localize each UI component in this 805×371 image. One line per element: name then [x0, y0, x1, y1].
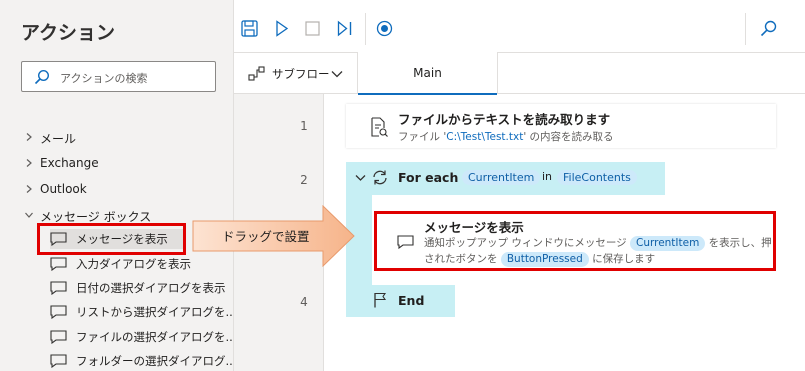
drag-arrow-label: ドラッグで設置: [222, 229, 310, 244]
in-keyword: in: [542, 170, 553, 183]
action-label: 入力ダイアログを表示: [76, 257, 191, 271]
message-icon: [50, 305, 67, 319]
loop-icon: [373, 170, 387, 185]
action-label: リストから選択ダイアログを...: [76, 305, 237, 319]
variable-current-item: CurrentItem: [462, 170, 541, 185]
desc-text: ' の内容を読み取る: [523, 131, 614, 143]
tree-group-exchange[interactable]: Exchange: [40, 156, 99, 170]
tab-active-indicator: [358, 93, 497, 95]
action-display-file-dialog[interactable]: ファイルの選択ダイアログを...: [50, 327, 236, 347]
action-display-date-dialog[interactable]: 日付の選択ダイアログを表示: [50, 278, 226, 298]
action-display-folder-dialog[interactable]: フォルダーの選択ダイアログ...: [50, 351, 236, 371]
message-icon: [50, 330, 67, 344]
subflow-icon: [248, 66, 265, 81]
chevron-right-icon[interactable]: [24, 132, 34, 142]
tree-group-mail[interactable]: メール: [40, 130, 76, 147]
run-icon[interactable]: [275, 20, 289, 37]
variable-file-contents: FileContents: [557, 170, 637, 185]
step-title: ファイルからテキストを読み取ります: [398, 112, 611, 127]
highlight-frame: [37, 223, 186, 255]
message-icon: [50, 257, 67, 271]
step-title: メッセージを表示: [424, 220, 524, 235]
tab-separator: [497, 52, 498, 94]
file-path-value: C:\Test\Test.txt: [446, 131, 524, 143]
flow-step-end[interactable]: End: [346, 285, 455, 317]
step-description-line1: 通知ポップアップ ウィンドウにメッセージ CurrentItem を表示し、押: [424, 235, 772, 251]
desc-text: ファイル ': [398, 131, 447, 143]
file-read-icon: [371, 117, 388, 137]
subflows-dropdown[interactable]: サブフロー: [248, 64, 348, 84]
chevron-down-icon[interactable]: [24, 210, 34, 220]
flow-step-display-message[interactable]: メッセージを表示 通知ポップアップ ウィンドウにメッセージ CurrentIte…: [374, 211, 776, 271]
subflows-label: サブフロー: [272, 67, 330, 81]
search-icon: [34, 69, 50, 85]
action-label: 日付の選択ダイアログを表示: [76, 281, 226, 295]
tab-main-label: Main: [413, 66, 442, 80]
desc-text: されたボタンを: [424, 253, 498, 265]
flag-icon: [374, 292, 387, 308]
message-icon: [50, 354, 67, 368]
search-placeholder: アクションの検索: [60, 72, 148, 85]
line-number: 2: [300, 173, 308, 187]
message-icon: [397, 235, 414, 249]
line-number: 1: [300, 119, 308, 133]
chevron-down-icon: [331, 71, 343, 78]
action-label: フォルダーの選択ダイアログ...: [76, 354, 237, 368]
stop-icon[interactable]: [305, 21, 320, 36]
flow-step-read-text-file[interactable]: ファイルからテキストを読み取ります ファイル 'C:\Test\Test.txt…: [346, 104, 776, 148]
variable-current-item: CurrentItem: [629, 236, 706, 251]
record-icon[interactable]: [376, 20, 393, 37]
save-icon[interactable]: [241, 20, 258, 37]
action-display-list-dialog[interactable]: リストから選択ダイアログを...: [50, 302, 236, 322]
toolbar-separator: [365, 13, 366, 45]
toolbar-separator: [745, 13, 746, 45]
for-each-keyword: For each: [398, 170, 459, 185]
run-next-action-icon[interactable]: [337, 20, 353, 37]
flow-step-for-each[interactable]: For each CurrentItem in FileContents: [346, 162, 665, 195]
tab-main[interactable]: Main: [358, 52, 497, 95]
variable-button-pressed: ButtonPressed: [500, 252, 589, 267]
action-label: ファイルの選択ダイアログを...: [76, 330, 237, 344]
message-icon: [50, 281, 67, 295]
chevron-down-icon[interactable]: [355, 174, 366, 182]
chevron-right-icon[interactable]: [24, 184, 34, 194]
desc-text: 通知ポップアップ ウィンドウにメッセージ: [424, 237, 627, 249]
action-search-input[interactable]: アクションの検索: [21, 61, 216, 92]
actions-pane: アクション アクションの検索 メール Exchange Outlook メッセー…: [0, 0, 236, 371]
end-label: End: [398, 293, 425, 308]
step-description: ファイル 'C:\Test\Test.txt' の内容を読み取る: [398, 129, 614, 144]
desc-text: に保存します: [592, 253, 656, 265]
line-number: 4: [300, 295, 308, 309]
desc-text: を表示し、押: [708, 237, 772, 249]
step-description-line2: されたボタンを ButtonPressed に保存します: [424, 251, 655, 267]
tree-group-outlook[interactable]: Outlook: [40, 182, 87, 196]
actions-pane-title: アクション: [21, 22, 116, 44]
search-icon[interactable]: [760, 20, 777, 37]
chevron-right-icon[interactable]: [24, 158, 34, 168]
